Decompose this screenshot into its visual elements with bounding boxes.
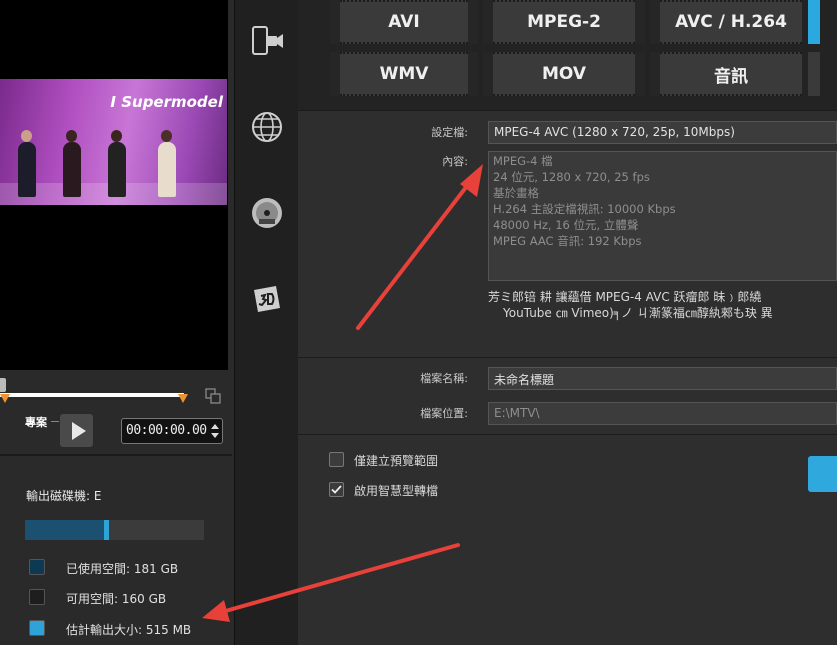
output-drive-label: 輸出磁碟機: E — [26, 489, 102, 503]
file-name-input[interactable]: 未命名標題 — [488, 367, 837, 390]
device-icon[interactable] — [250, 24, 284, 58]
profile-note-line2: YouTube ㎝ Vimeo)╕ノ ㄐ漸篆福㎝醇紈郲も玦 異 — [503, 306, 773, 320]
content-line: MPEG-4 檔 — [493, 154, 553, 168]
mark-in-marker[interactable] — [0, 394, 10, 403]
play-button[interactable] — [60, 414, 93, 447]
smart-render-label: 啟用智慧型轉檔 — [354, 484, 439, 498]
content-label: 內容: — [442, 155, 468, 168]
format-mpeg2[interactable]: MPEG-2 — [493, 0, 635, 44]
start-render-button[interactable] — [808, 456, 837, 492]
legend-free-swatch — [29, 589, 45, 605]
category-rail — [234, 0, 299, 645]
person-figure — [108, 142, 126, 197]
legend-used-text: 已使用空間: 181 GB — [66, 562, 179, 576]
content-line: H.264 主設定檔視訊: 10000 Kbps — [493, 202, 676, 216]
scrub-handle[interactable] — [0, 378, 6, 392]
legend-estimate-swatch — [29, 620, 45, 636]
format-scroll-stub — [808, 52, 820, 96]
person-figure — [63, 142, 81, 197]
copy-frame-icon[interactable] — [205, 388, 221, 404]
mark-out-marker[interactable] — [178, 394, 188, 403]
profile-dropdown[interactable]: MPEG-4 AVC (1280 x 720, 25p, 10Mbps) — [488, 121, 837, 144]
file-location-label: 檔案位置: — [420, 407, 468, 420]
format-audio[interactable]: 音訊 — [660, 52, 802, 96]
format-selection-indicator — [808, 0, 820, 44]
legend-used-swatch — [29, 559, 45, 575]
disk-used-fill — [25, 520, 104, 540]
format-avi[interactable]: AVI — [340, 0, 468, 44]
content-line: 24 位元, 1280 x 720, 25 fps — [493, 170, 650, 184]
content-details-box: MPEG-4 檔 24 位元, 1280 x 720, 25 fps 基於畫格 … — [488, 151, 837, 281]
legend-estimate-text: 估計輸出大小: 515 MB — [66, 623, 192, 637]
legend-free-text: 可用空間: 160 GB — [66, 592, 167, 606]
timecode-spinner-icon[interactable] — [211, 422, 219, 440]
smart-render-checkbox[interactable] — [329, 482, 344, 497]
dvd-icon[interactable] — [250, 196, 284, 230]
content-line: 48000 Hz, 16 位元, 立體聲 — [493, 218, 639, 232]
content-line: MPEG AAC 音訊: 192 Kbps — [493, 234, 642, 248]
mode-divider — [51, 421, 59, 422]
profile-label: 設定檔: — [431, 126, 468, 139]
video-frame: I Supermodel — [0, 79, 227, 205]
format-avc-h264[interactable]: AVC / H.264 — [660, 0, 802, 44]
disk-usage-bar — [25, 520, 204, 540]
play-icon — [71, 421, 86, 440]
format-mov[interactable]: MOV — [493, 52, 635, 96]
globe-icon[interactable] — [250, 110, 284, 144]
file-name-label: 檔案名稱: — [420, 372, 468, 385]
project-mode-label[interactable]: 專案 — [25, 414, 47, 430]
preview-range-label: 僅建立預覽範圍 — [354, 454, 439, 468]
trim-timeline[interactable] — [0, 393, 184, 397]
checkmark-icon — [331, 485, 342, 494]
format-wmv[interactable]: WMV — [340, 52, 468, 96]
panel-divider — [0, 454, 232, 456]
disk-estimate-fill — [104, 520, 109, 540]
file-location-input[interactable]: E:\MTV\ — [488, 402, 837, 425]
timecode-value: 00:00:00.00 — [126, 423, 207, 438]
content-line: 基於畫格 — [493, 186, 539, 200]
video-brand-text: I Supermodel — [110, 93, 223, 111]
person-figure — [18, 142, 36, 197]
3d-icon[interactable] — [250, 282, 284, 316]
timecode-field[interactable]: 00:00:00.00 — [121, 418, 223, 444]
person-figure — [158, 142, 176, 197]
preview-range-checkbox[interactable] — [329, 452, 344, 467]
profile-note-line1: 芳ミ郎锫 耕 讓蘊借 MPEG-4 AVC 跃瘤郎 昧﹚郎繞 — [488, 290, 762, 304]
